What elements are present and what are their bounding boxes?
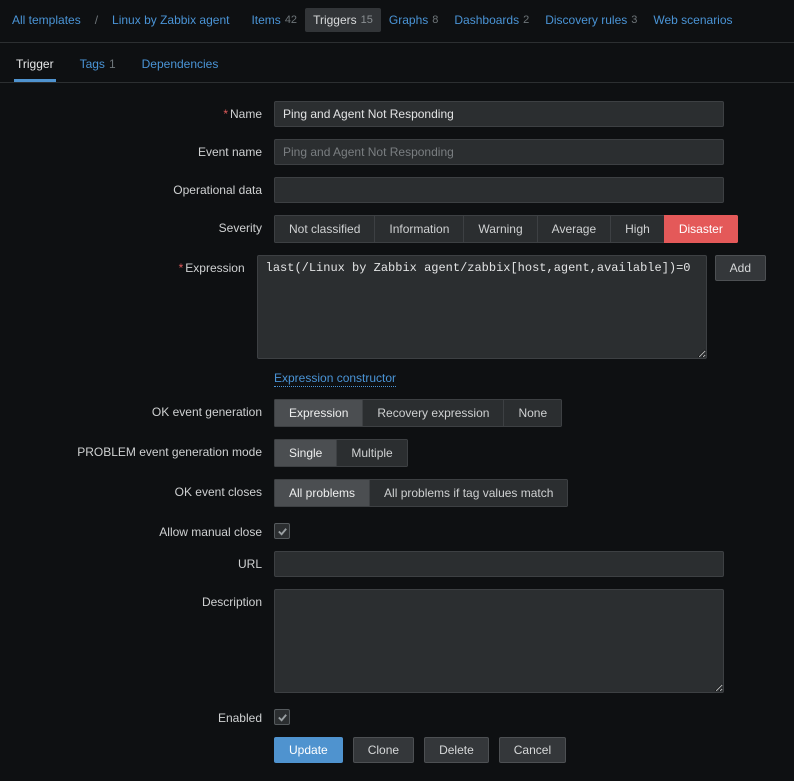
tab-tags[interactable]: Tags1 [78,51,118,82]
breadcrumb-current[interactable]: Linux by Zabbix agent [112,13,229,27]
nav-discovery-rules[interactable]: Discovery rules 3 [537,8,645,32]
seg-severity-information[interactable]: Information [374,215,463,243]
tab-trigger[interactable]: Trigger [14,51,56,82]
update-button[interactable]: Update [274,737,343,763]
expression-constructor-link[interactable]: Expression constructor [274,371,396,387]
label-url: URL [12,551,274,571]
nav-graphs[interactable]: Graphs 8 [381,8,446,32]
seg-okgen-recovery-expression[interactable]: Recovery expression [362,399,503,427]
nav-triggers[interactable]: Triggers 15 [305,8,381,32]
clone-button[interactable]: Clone [353,737,414,763]
nav-items[interactable]: Items 42 [243,8,305,32]
label-name: *Name [12,101,274,121]
operational-data-input[interactable] [274,177,724,203]
breadcrumb-sep: / [95,13,98,27]
seg-okclose-all-problems-if-tag-values-match[interactable]: All problems if tag values match [369,479,568,507]
severity-segment: Not classifiedInformationWarningAverageH… [274,215,738,243]
seg-severity-high[interactable]: High [610,215,664,243]
seg-pmode-multiple[interactable]: Multiple [336,439,407,467]
event-name-input[interactable] [274,139,724,165]
seg-severity-average[interactable]: Average [537,215,610,243]
ok-event-gen-segment: ExpressionRecovery expressionNone [274,399,562,427]
label-operational-data: Operational data [12,177,274,197]
delete-button[interactable]: Delete [424,737,489,763]
seg-pmode-single[interactable]: Single [274,439,336,467]
nav-web-scenarios[interactable]: Web scenarios [645,8,740,32]
expression-textarea[interactable]: last(/Linux by Zabbix agent/zabbix[host,… [257,255,707,359]
seg-severity-warning[interactable]: Warning [463,215,536,243]
label-enabled: Enabled [12,705,274,725]
cancel-button[interactable]: Cancel [499,737,566,763]
tab-bar: Trigger Tags1 Dependencies [0,42,794,83]
label-expression: *Expression [12,255,257,275]
label-ok-event-gen: OK event generation [12,399,274,419]
seg-severity-not-classified[interactable]: Not classified [274,215,374,243]
problem-mode-segment: SingleMultiple [274,439,408,467]
trigger-form: *Name Event name Operational data Severi… [0,83,794,781]
nav-dashboards[interactable]: Dashboards 2 [446,8,537,32]
name-input[interactable] [274,101,724,127]
allow-manual-checkbox[interactable] [274,523,290,539]
breadcrumb-root[interactable]: All templates [12,13,81,27]
label-problem-mode: PROBLEM event generation mode [12,439,274,459]
seg-okgen-none[interactable]: None [503,399,562,427]
label-allow-manual: Allow manual close [12,519,274,539]
label-ok-event-closes: OK event closes [12,479,274,499]
seg-okclose-all-problems[interactable]: All problems [274,479,369,507]
add-expression-button[interactable]: Add [715,255,766,281]
action-buttons: Update Clone Delete Cancel [274,737,766,763]
label-event-name: Event name [12,139,274,159]
description-textarea[interactable] [274,589,724,693]
enabled-checkbox[interactable] [274,709,290,725]
label-description: Description [12,589,274,609]
ok-event-closes-segment: All problemsAll problems if tag values m… [274,479,568,507]
seg-severity-disaster[interactable]: Disaster [664,215,738,243]
tab-dependencies[interactable]: Dependencies [140,51,221,82]
label-severity: Severity [12,215,274,235]
url-input[interactable] [274,551,724,577]
top-nav: All templates / Linux by Zabbix agent It… [0,0,794,38]
seg-okgen-expression[interactable]: Expression [274,399,362,427]
